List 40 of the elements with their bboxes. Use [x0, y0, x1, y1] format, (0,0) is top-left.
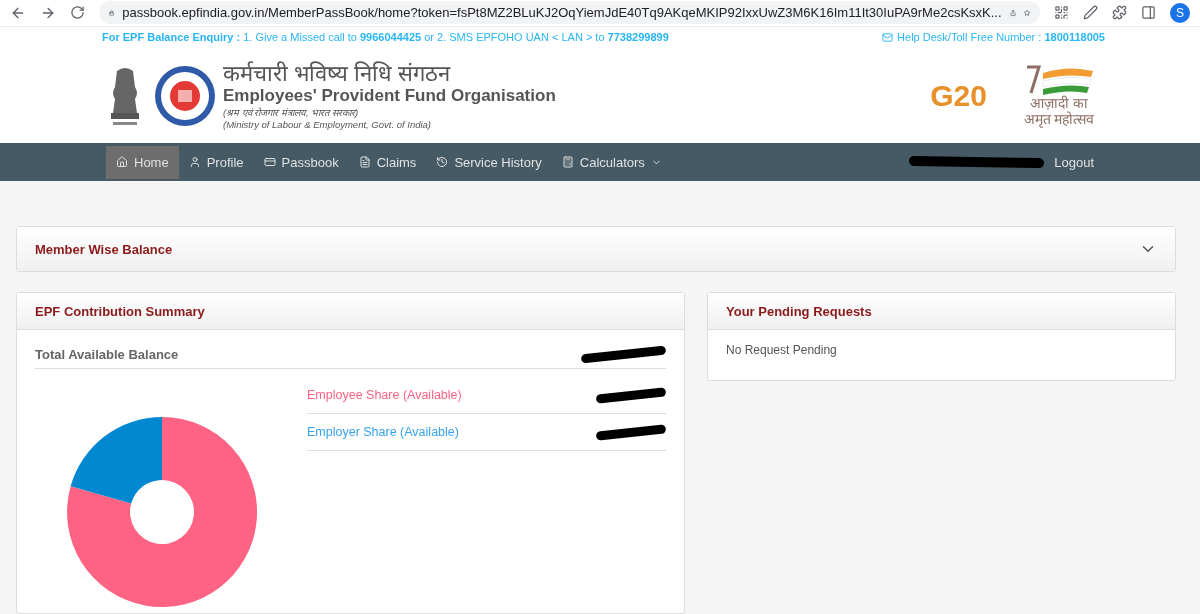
organisation-name: Employees' Provident Fund Organisation: [223, 85, 556, 106]
history-icon: [436, 156, 449, 169]
total-balance-label: Total Available Balance: [35, 346, 179, 362]
balance-enquiry-text: For EPF Balance Enquiry : 1. Give a Missed call to 9966044425 or 2. SMS EPFOHO UAN < LAN > to 7738299899: [102, 31, 669, 44]
calculator-icon: [561, 156, 574, 169]
side-panel-icon[interactable]: [1141, 5, 1156, 21]
share-label: Employee Share (Available): [307, 388, 462, 402]
nav-tab[interactable]: Passbook: [253, 145, 349, 179]
extensions-icon[interactable]: [1112, 5, 1127, 21]
url-text: passbook.epfindia.gov.in/MemberPassBook/home?token=fsPt8MZ2BLuKJ2OqYiemJdE40Tq9AKqeMKIP92IxxUwZ3M6K16Im11It30IuPA9rMe2csKsxK...: [122, 5, 1002, 21]
qr-code-icon[interactable]: [1054, 5, 1069, 21]
azadi-logo-text: अमृत महोत्सव: [1023, 110, 1095, 127]
nav-tab[interactable]: Service History: [426, 145, 552, 179]
g20-logo: G20: [930, 78, 987, 113]
azadi-logo-text: आज़ादी का: [1030, 94, 1088, 111]
logout-link[interactable]: Logout: [1054, 154, 1094, 170]
pen-icon[interactable]: [1083, 5, 1098, 21]
no-request-text: No Request Pending: [726, 343, 837, 357]
house-icon: [116, 156, 128, 169]
epfo-logo-drawing: [153, 63, 217, 128]
nav-tab[interactable]: Claims: [348, 145, 427, 179]
panel-title: Your Pending Requests: [726, 303, 872, 319]
ministry-name-hindi: (श्रम एवं रोजगार मंत्रालय, भारत सरकार): [223, 105, 360, 119]
helpdesk-text: Help Desk/Toll Free Number : 1800118005: [897, 31, 1105, 44]
address-bar[interactable]: passbook.epfindia.gov.in/MemberPassBook/home?token=fsPt8MZ2BLuKJ2OqYiemJdE40Tq9AKqeMKIP92IxxUwZ3M6K16Im11It30IuPA9rMe2csKsxK...: [99, 1, 1040, 25]
nav-tab[interactable]: Profile: [178, 145, 254, 179]
profile-avatar[interactable]: S: [1170, 2, 1190, 23]
user-icon: [188, 156, 201, 169]
panel-title: EPF Contribution Summary: [35, 303, 205, 319]
reload-icon[interactable]: [70, 5, 85, 21]
nav-tab[interactable]: Home: [106, 145, 179, 179]
card-icon: [263, 156, 276, 169]
member-balance-panel[interactable]: Member Wise Balance: [16, 226, 1176, 272]
organisation-name-hindi: कर्मचारी भविष्य निधि संगठन: [223, 61, 452, 86]
document-icon: [358, 156, 371, 169]
share-label: Employer Share (Available): [307, 425, 459, 439]
nav-tab[interactable]: Calculators: [551, 145, 672, 179]
panel-title: Member Wise Balance: [35, 241, 173, 257]
mail-icon: [882, 31, 894, 43]
ministry-name: (Ministry of Labour & Employment, Govt. of India): [223, 118, 433, 130]
